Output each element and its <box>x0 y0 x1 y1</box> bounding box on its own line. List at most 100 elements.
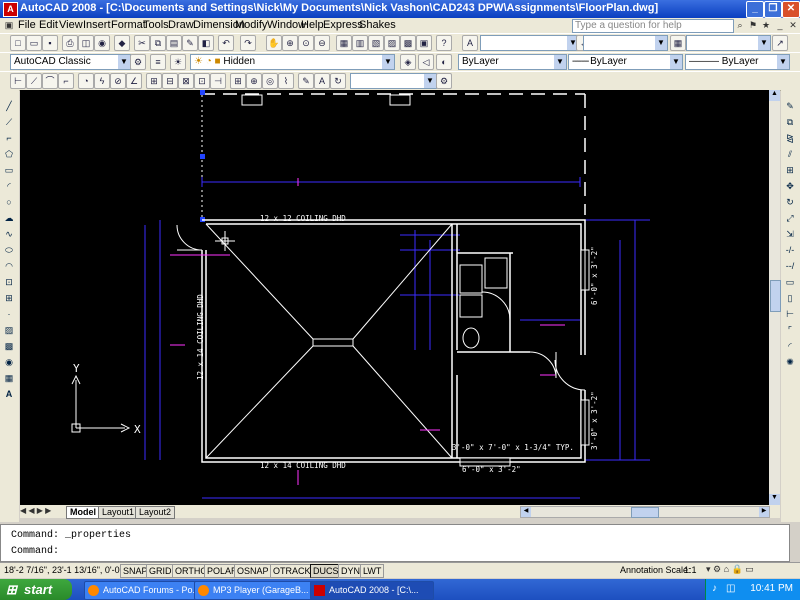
workspace-combo[interactable]: AutoCAD Classic ▼ <box>10 54 131 70</box>
new-icon[interactable]: □ <box>10 35 26 51</box>
explode-icon[interactable]: ✺ <box>784 356 796 368</box>
help-icon[interactable]: ? <box>436 35 452 51</box>
menu-insert[interactable]: Insert <box>83 19 111 31</box>
jogged-linear-icon[interactable]: ⌇ <box>278 73 294 89</box>
baseline-dim-icon[interactable]: ⊟ <box>162 73 178 89</box>
revision-cloud-icon[interactable]: ☁ <box>3 212 15 224</box>
stretch-icon[interactable]: ⇲ <box>784 228 796 240</box>
polygon-icon[interactable]: ⬠ <box>3 148 15 160</box>
toggle-lwt[interactable]: LWT <box>360 564 385 578</box>
menu-draw[interactable]: Draw <box>168 19 194 31</box>
mirror-icon[interactable]: ⧎ <box>784 132 796 144</box>
erase-icon[interactable]: ✎ <box>784 100 796 112</box>
break-icon[interactable]: ▯ <box>784 292 796 304</box>
array-icon[interactable]: ⊞ <box>784 164 796 176</box>
radius-dim-icon[interactable]: ◔ <box>78 73 94 89</box>
match-properties-icon[interactable]: ✎ <box>182 35 198 51</box>
doc-close-button[interactable]: ✕ <box>787 19 799 31</box>
tab-model[interactable]: Model <box>66 506 100 519</box>
menu-file[interactable]: File <box>18 19 36 31</box>
make-current-layer-icon[interactable]: ◈ <box>400 54 416 70</box>
color-combo[interactable]: ByLayer ▼ <box>458 54 567 70</box>
menu-format[interactable]: Format <box>111 19 146 31</box>
dim-text-edit-icon[interactable]: A <box>314 73 330 89</box>
tolerance-icon[interactable]: ⊞ <box>230 73 246 89</box>
diameter-dim-icon[interactable]: ⊘ <box>110 73 126 89</box>
linetype-combo[interactable]: ------- ByLayer ▼ <box>568 54 683 70</box>
multileader-style-icon[interactable]: ↗ <box>772 35 788 51</box>
text-style-icon[interactable]: A <box>462 35 478 51</box>
ellipse-arc-icon[interactable]: ◠ <box>3 260 15 272</box>
gradient-icon[interactable]: ▩ <box>3 340 15 352</box>
start-button[interactable]: ⊞ start <box>0 579 72 600</box>
join-icon[interactable]: ⊢ <box>784 308 796 320</box>
scroll-right-icon[interactable]: ▶ <box>759 507 769 517</box>
doc-minimize-button[interactable]: _ <box>774 19 786 31</box>
ellipse-icon[interactable]: ⬭ <box>3 244 15 256</box>
layer-properties-icon[interactable]: ≡ <box>150 54 166 70</box>
insert-block-icon[interactable]: ⊡ <box>3 276 15 288</box>
text-style-combo[interactable]: ▼ <box>480 35 580 51</box>
tab-nav-arrows[interactable]: ◀ ◀ ▶ ▶ <box>20 506 51 515</box>
favorites-icon[interactable]: ★ <box>760 19 772 31</box>
markup-icon[interactable]: ▩ <box>400 35 416 51</box>
continue-dim-icon[interactable]: ⊠ <box>178 73 194 89</box>
network-icon[interactable]: ◫ <box>726 583 735 594</box>
layer-previous-icon[interactable]: ◁ <box>418 54 434 70</box>
dim-break-icon[interactable]: ⊣ <box>210 73 226 89</box>
table-icon[interactable]: ▦ <box>3 372 15 384</box>
paste-icon[interactable]: ▤ <box>166 35 182 51</box>
aligned-dim-icon[interactable]: ⟋ <box>26 73 42 89</box>
properties-icon[interactable]: ▦ <box>336 35 352 51</box>
task-autocad-forums[interactable]: AutoCAD Forums - Po... <box>84 581 206 600</box>
rotate-icon[interactable]: ↻ <box>784 196 796 208</box>
task-mp3-player[interactable]: MP3 Player (GarageB... <box>194 581 322 600</box>
restore-button[interactable]: ❐ <box>764 1 782 18</box>
arc-icon[interactable]: ◜ <box>3 180 15 192</box>
dim-update-icon[interactable]: ↻ <box>330 73 346 89</box>
linear-dim-icon[interactable]: ⊢ <box>10 73 26 89</box>
chamfer-icon[interactable]: ⌜ <box>784 324 796 336</box>
tab-layout1[interactable]: Layout1 <box>98 506 139 519</box>
drawing-canvas[interactable]: 12 x 12 COILING DHD 12 x 14 COILING DHD … <box>20 90 769 505</box>
dimension-style-combo[interactable]: ▼ <box>350 73 437 89</box>
rectangle-icon[interactable]: ▭ <box>3 164 15 176</box>
toggle-ducs[interactable]: DUCS <box>310 564 342 578</box>
line-icon[interactable]: ╱ <box>3 100 15 112</box>
make-block-icon[interactable]: ⊞ <box>3 292 15 304</box>
menu-edit[interactable]: Edit <box>39 19 58 31</box>
toggle-otrack[interactable]: OTRACK <box>270 564 314 578</box>
break-point-icon[interactable]: ▭ <box>784 276 796 288</box>
minimize-button[interactable]: _ <box>746 1 764 18</box>
zoom-previous-icon[interactable]: ⊖ <box>314 35 330 51</box>
hscroll-thumb[interactable] <box>631 507 659 518</box>
sheet-set-icon[interactable]: ▨ <box>384 35 400 51</box>
calculator-icon[interactable]: ▣ <box>416 35 432 51</box>
dim-style-combo[interactable]: ▼ <box>583 35 668 51</box>
menu-modify[interactable]: Modify <box>235 19 267 31</box>
dimension-style-manager-icon[interactable]: ⚙ <box>436 73 452 89</box>
autocad-app-icon[interactable]: A <box>3 2 18 17</box>
communication-icon[interactable]: ⚑ <box>747 19 759 31</box>
workspace-settings-icon[interactable]: ⚙ <box>130 54 146 70</box>
toggle-osnap[interactable]: OSNAP <box>234 564 272 578</box>
undo-icon[interactable]: ↶ <box>218 35 234 51</box>
plot-icon[interactable]: ⎙ <box>62 35 78 51</box>
help-search-input[interactable]: Type a question for help <box>572 19 734 33</box>
center-mark-icon[interactable]: ⊕ <box>246 73 262 89</box>
command-window[interactable]: Command: _properties Command: <box>0 524 790 562</box>
move-icon[interactable]: ✥ <box>784 180 796 192</box>
volume-icon[interactable]: ♪ <box>712 583 717 594</box>
table-style-combo[interactable]: ▼ <box>686 35 771 51</box>
task-autocad[interactable]: AutoCAD 2008 - [C:\... <box>310 581 434 600</box>
inspection-icon[interactable]: ◎ <box>262 73 278 89</box>
construction-line-icon[interactable]: ⟋ <box>3 116 15 128</box>
toggle-grid[interactable]: GRID <box>146 564 175 578</box>
search-icon[interactable]: ⌕ <box>734 19 746 31</box>
hatch-icon[interactable]: ▨ <box>3 324 15 336</box>
grip-point[interactable] <box>200 90 205 95</box>
table-style-icon[interactable]: ▦ <box>670 35 686 51</box>
tab-layout2[interactable]: Layout2 <box>135 506 176 519</box>
tool-palettes-icon[interactable]: ▧ <box>368 35 384 51</box>
region-icon[interactable]: ◉ <box>3 356 15 368</box>
